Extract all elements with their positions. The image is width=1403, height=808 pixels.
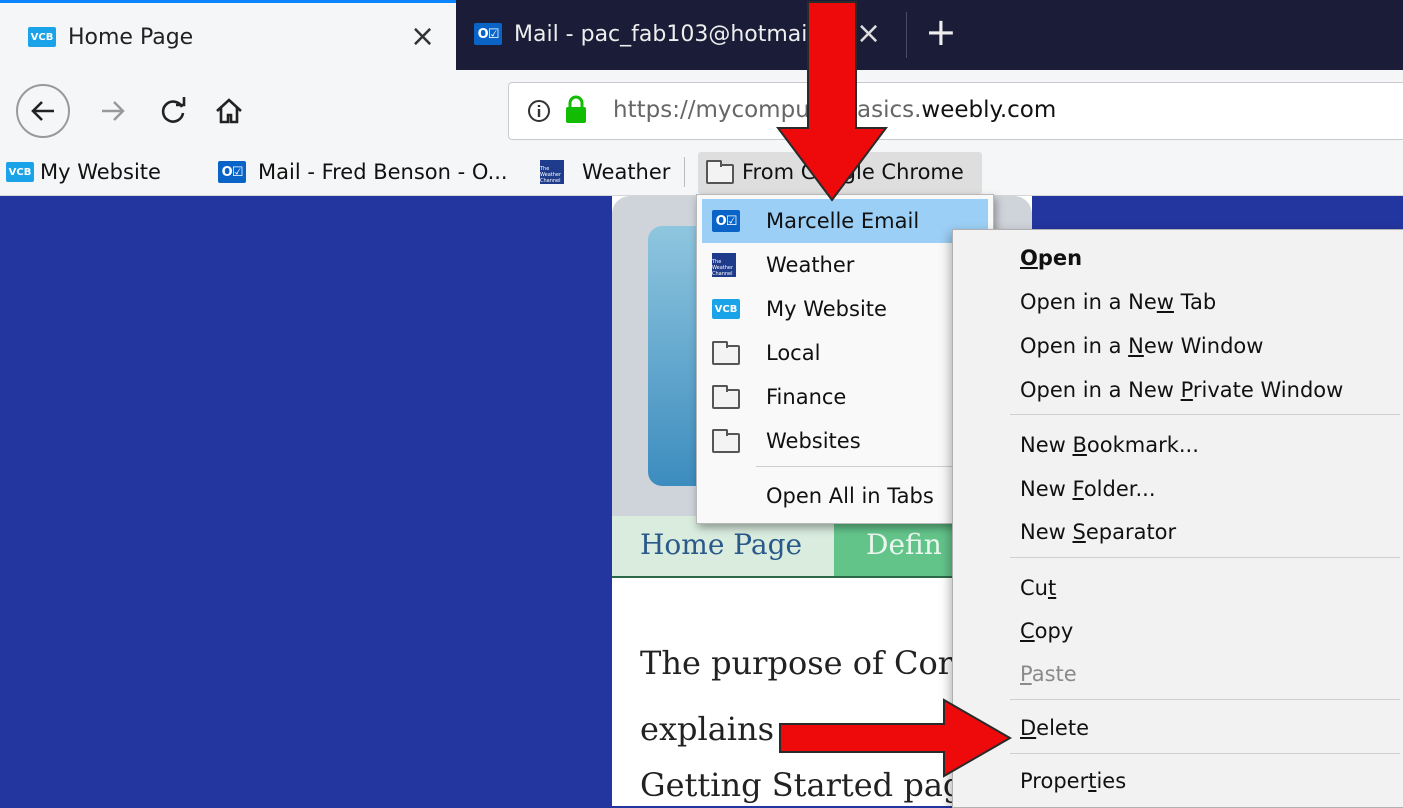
forward-arrow-icon[interactable] <box>98 96 128 126</box>
menu-separator <box>1010 699 1400 700</box>
bookmark-my-website[interactable]: VCB My Website <box>0 150 200 194</box>
folder-icon <box>712 385 740 409</box>
bookmark-label: Weather <box>582 160 671 184</box>
bookmark-label: My Website <box>40 160 161 184</box>
url-bar[interactable]: https://mycomputerbasics.weebly.com <box>508 82 1403 140</box>
outlook-icon: O☑ <box>218 161 246 183</box>
tab-home-page[interactable]: VCB Home Page × <box>0 0 456 72</box>
menu-separator <box>1010 414 1400 415</box>
menu-item-label: Weather <box>766 253 855 277</box>
back-arrow-icon <box>31 101 54 121</box>
folder-menu-open-all-in-tabs[interactable]: Open All in Tabs <box>698 474 992 518</box>
folder-icon <box>712 429 740 453</box>
context-menu-open-new-tab[interactable]: Open in a New Tab <box>1020 290 1216 314</box>
outlook-icon: O☑ <box>712 210 740 232</box>
site-body-line-2: explains <box>640 710 775 748</box>
info-icon[interactable] <box>527 99 551 123</box>
menu-item-label: My Website <box>766 297 887 321</box>
back-button[interactable] <box>16 84 70 138</box>
context-menu-paste[interactable]: Paste <box>1020 662 1077 686</box>
tab-separator <box>906 12 907 58</box>
lock-icon[interactable] <box>563 95 589 125</box>
menu-item-label: Local <box>766 341 821 365</box>
menu-separator <box>1010 753 1400 754</box>
weather-channel-icon: The Weather Channel <box>540 160 564 184</box>
bookmark-weather[interactable]: The Weather Channel Weather <box>536 150 676 194</box>
vcb-icon: VCB <box>28 27 56 47</box>
menu-item-label: Marcelle Email <box>766 209 920 233</box>
new-tab-button[interactable]: + <box>925 10 957 54</box>
weather-channel-icon: The Weather Channel <box>712 253 736 277</box>
bookmark-label: Mail - Fred Benson - O... <box>258 160 508 184</box>
folder-menu-item-local[interactable]: Local <box>698 331 992 375</box>
folder-icon <box>706 160 734 184</box>
folder-menu-item-websites[interactable]: Websites <box>698 419 992 463</box>
context-menu-open[interactable]: Open <box>1020 246 1082 270</box>
bookmark-mail-fred-benson[interactable]: O☑ Mail - Fred Benson - O... <box>214 150 532 194</box>
bookmark-separator <box>684 157 685 187</box>
menu-item-label: Websites <box>766 429 861 453</box>
folder-menu-item-finance[interactable]: Finance <box>698 375 992 419</box>
site-body-line-1: The purpose of Cor <box>640 644 954 682</box>
context-menu-cut[interactable]: Cut <box>1020 576 1056 600</box>
vcb-icon: VCB <box>712 299 740 319</box>
right-arrow-annotation-icon <box>779 698 1013 778</box>
menu-item-label: Open All in Tabs <box>766 484 934 508</box>
folder-icon <box>712 341 740 365</box>
folder-menu-item-my-website[interactable]: VCB My Website <box>698 287 992 331</box>
site-nav-label: Home Page <box>640 528 803 561</box>
context-menu-properties[interactable]: Properties <box>1020 769 1126 793</box>
tab-label: Mail - pac_fab103@hotmai <box>514 22 808 47</box>
site-nav-home-page[interactable]: Home Page <box>612 516 834 576</box>
context-menu-open-private-window[interactable]: Open in a New Private Window <box>1020 378 1343 402</box>
context-menu-new-bookmark[interactable]: New Bookmark... <box>1020 433 1199 457</box>
context-menu-delete[interactable]: Delete <box>1020 716 1089 740</box>
menu-separator <box>1010 557 1400 558</box>
menu-item-label: Finance <box>766 385 847 409</box>
context-menu-copy[interactable]: Copy <box>1020 619 1073 643</box>
home-icon[interactable] <box>212 94 246 128</box>
folder-menu-item-marcelle-email[interactable]: O☑ Marcelle Email <box>698 199 992 243</box>
close-tab-icon[interactable]: × <box>410 19 435 54</box>
vcb-icon: VCB <box>6 162 34 182</box>
tab-label: Home Page <box>68 25 194 50</box>
context-menu-new-folder[interactable]: New Folder... <box>1020 477 1156 501</box>
context-menu-new-separator[interactable]: New Separator <box>1020 520 1176 544</box>
folder-menu-item-weather[interactable]: The Weather Channel Weather <box>698 243 992 287</box>
context-menu-open-new-window[interactable]: Open in a New Window <box>1020 334 1263 358</box>
outlook-icon: O☑ <box>474 23 502 45</box>
reload-icon[interactable] <box>156 94 190 128</box>
down-arrow-annotation-icon <box>776 1 888 202</box>
site-nav-label: Defin <box>866 528 942 561</box>
